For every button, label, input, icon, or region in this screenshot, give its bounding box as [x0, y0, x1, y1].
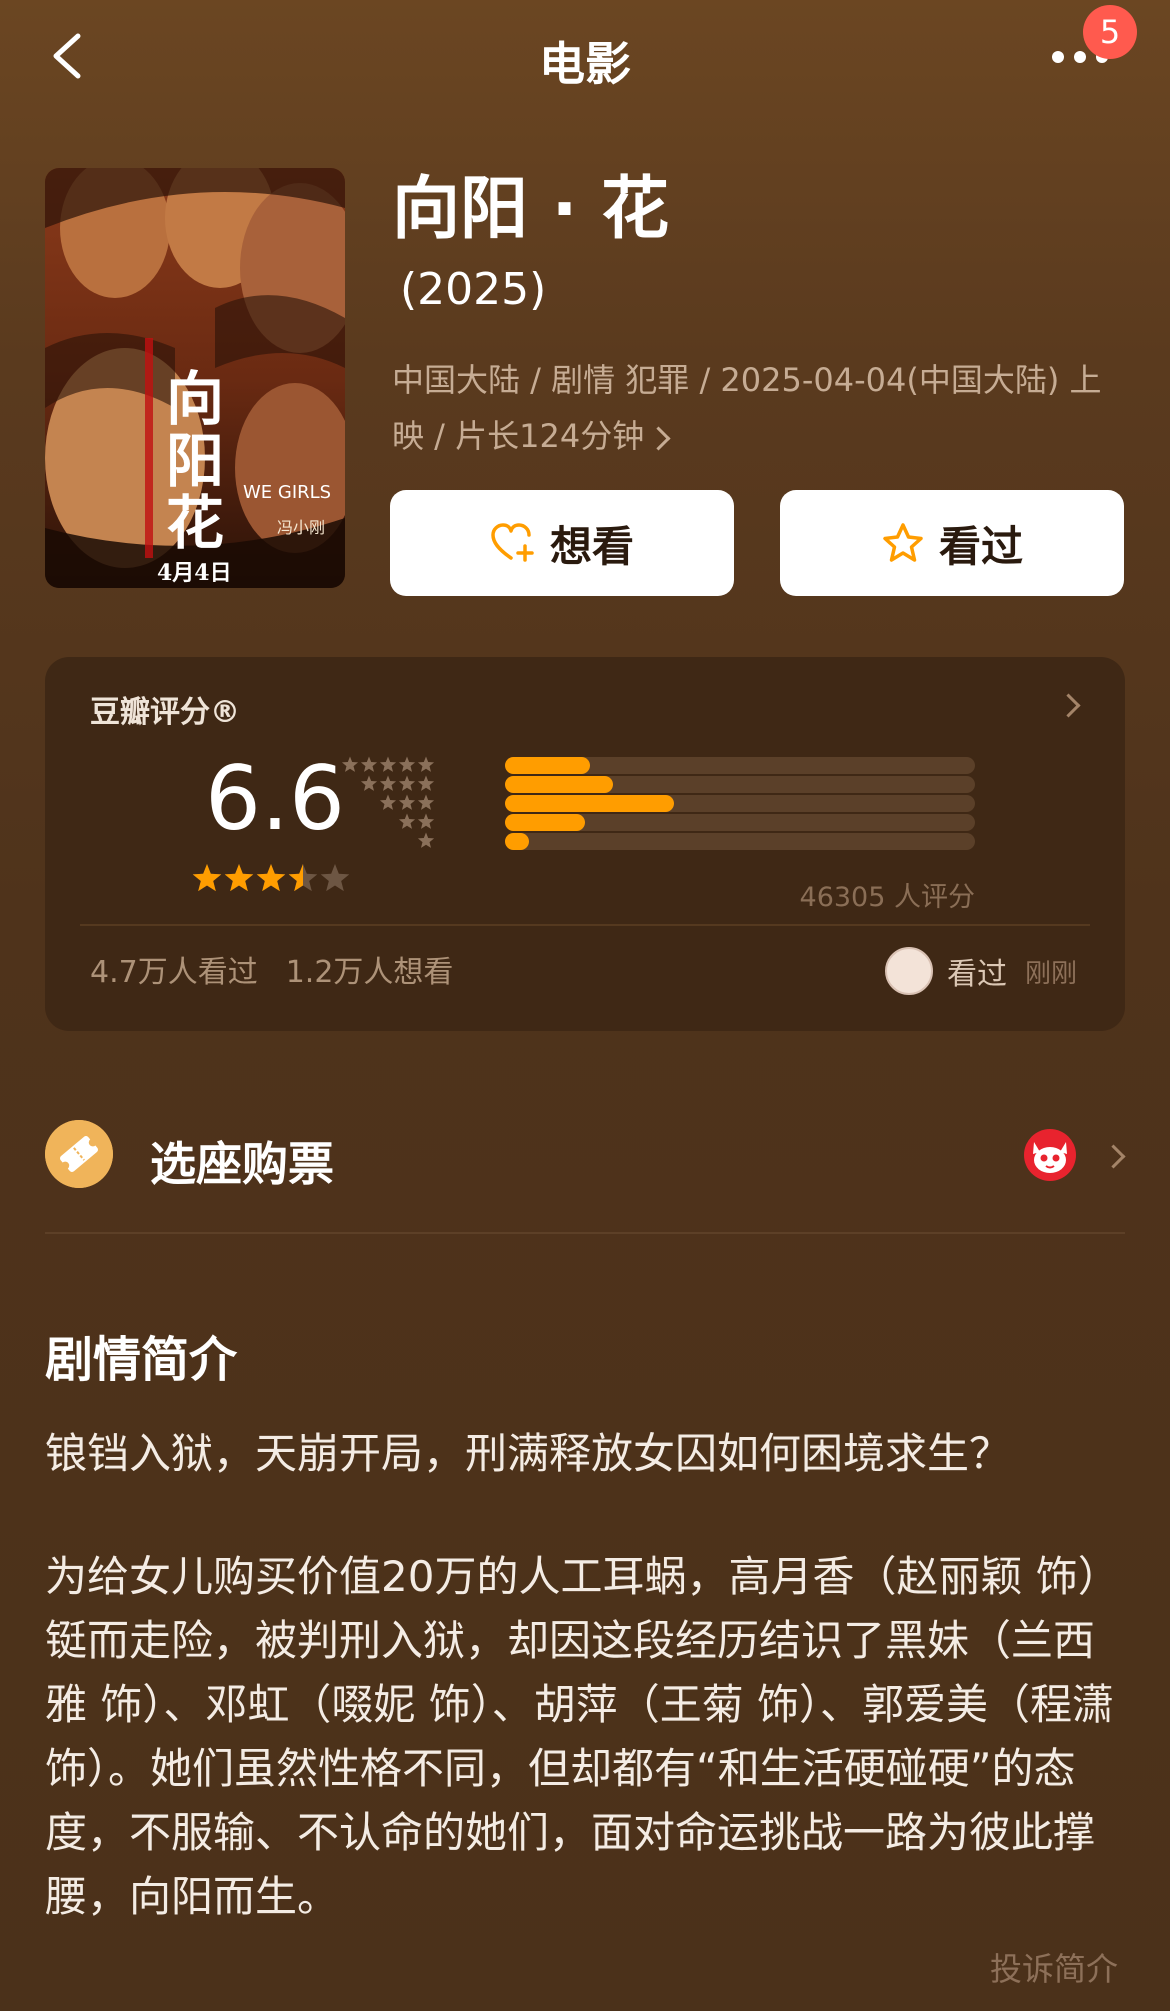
- distribution-star: [398, 794, 416, 810]
- distribution-star: [341, 756, 359, 772]
- divider: [45, 1232, 1125, 1234]
- poster-calligraphy: 向阳花: [156, 368, 224, 554]
- distribution-bar-1-star: [505, 833, 975, 850]
- synopsis-title: 剧情简介: [45, 1332, 238, 1388]
- distribution-star: [360, 775, 378, 791]
- page-title: 电影: [539, 37, 631, 91]
- distribution-star: [379, 794, 397, 810]
- cat-logo-icon: [1024, 1129, 1076, 1181]
- buy-tickets-label: 选座购票: [150, 1137, 334, 1191]
- distribution-star: [398, 756, 416, 772]
- rating-count: 46305 人评分: [799, 882, 975, 913]
- distribution-star: [398, 775, 416, 791]
- score-star-empty: [320, 864, 350, 892]
- distribution-stars: [379, 794, 435, 810]
- distribution-star: [360, 756, 378, 772]
- movie-meta[interactable]: 中国大陆 / 剧情 犯罪 / 2025-04-04(中国大陆) 上映 / 片长1…: [392, 352, 1132, 464]
- buy-tickets-row[interactable]: 选座购票: [45, 1110, 1126, 1200]
- poster-english: WE GIRLS: [243, 482, 331, 503]
- distribution-bar-fill: [505, 814, 585, 831]
- distribution-bar-fill: [505, 776, 614, 793]
- distribution-bar-fill: [505, 833, 529, 850]
- score-star-filled: [224, 864, 254, 892]
- star-outline-icon: [883, 523, 923, 562]
- rating-score: 6.6: [205, 747, 345, 850]
- score-star-filled: [192, 864, 222, 892]
- distribution-stars: [341, 756, 435, 772]
- synopsis-body: 为给女儿购买价值20万的人工耳蜗，高月香（赵丽颖 饰）铤而走险，被判刑入狱，却因…: [45, 1552, 1120, 1921]
- ticket-icon: [45, 1120, 113, 1188]
- distribution-bar-fill: [505, 757, 590, 774]
- watched-label: 看过: [938, 521, 1023, 571]
- distribution-stars: [398, 813, 435, 829]
- my-status[interactable]: 看过 刚刚: [885, 947, 1077, 995]
- chevron-right-icon: [1101, 1144, 1126, 1169]
- distribution-bar-5-star: [505, 757, 975, 774]
- chevron-right-icon: [646, 425, 671, 451]
- poster-director: 冯小刚: [277, 518, 325, 537]
- distribution-bar-2-star: [505, 814, 975, 831]
- heart-plus-icon: [491, 523, 534, 562]
- distribution-bar-3-star: [505, 795, 975, 812]
- report-synopsis-link[interactable]: 投诉简介: [990, 1944, 1118, 1990]
- audience-stats: 4.7万人看过 1.2万人想看: [90, 947, 481, 991]
- distribution-star: [417, 813, 435, 829]
- movie-title: 向阳 · 花: [392, 170, 670, 249]
- divider: [80, 924, 1090, 926]
- want-count: 1.2万人想看: [285, 955, 454, 990]
- rating-source-title: 豆瓣评分®: [90, 695, 240, 730]
- distribution-star: [417, 832, 435, 848]
- score-stars: [192, 864, 350, 892]
- distribution-star: [379, 775, 397, 791]
- poster-release: 4月4日: [157, 560, 232, 586]
- my-status-label: 看过: [947, 957, 1007, 992]
- distribution-star: [398, 813, 416, 829]
- distribution-star: [417, 794, 435, 810]
- notification-badge: 5: [1083, 5, 1137, 59]
- distribution-star: [379, 756, 397, 772]
- my-status-time: 刚刚: [1025, 958, 1078, 989]
- rating-card[interactable]: 豆瓣评分® 6.6 46305 人评分 4.7万人看过 1.2万人想看 看过 刚刚: [45, 657, 1125, 1031]
- synopsis-tagline: 锒铛入狱，天崩开局，刑满释放女囚如何困境求生？: [45, 1429, 1012, 1478]
- score-star-filled: [256, 864, 286, 892]
- chevron-right-icon: [1056, 693, 1081, 718]
- distribution-star: [417, 775, 435, 791]
- want-to-watch-button[interactable]: 想看: [390, 490, 734, 596]
- movie-meta-text: 中国大陆 / 剧情 犯罪 / 2025-04-04(中国大陆) 上映 / 片长1…: [392, 361, 1102, 455]
- top-bar: 电影 5: [0, 0, 1170, 115]
- movie-year: (2025): [400, 264, 547, 315]
- distribution-bar-4-star: [505, 776, 975, 793]
- watched-button[interactable]: 看过: [780, 490, 1124, 596]
- distribution-bar-fill: [505, 795, 675, 812]
- want-to-watch-label: 想看: [549, 521, 634, 571]
- watched-count: 4.7万人看过: [90, 955, 258, 990]
- distribution-star: [417, 756, 435, 772]
- movie-poster[interactable]: 向阳花 WE GIRLS 冯小刚 4月4日: [45, 168, 345, 588]
- distribution-stars: [417, 832, 435, 848]
- distribution-stars: [360, 775, 435, 791]
- avatar: [885, 947, 933, 995]
